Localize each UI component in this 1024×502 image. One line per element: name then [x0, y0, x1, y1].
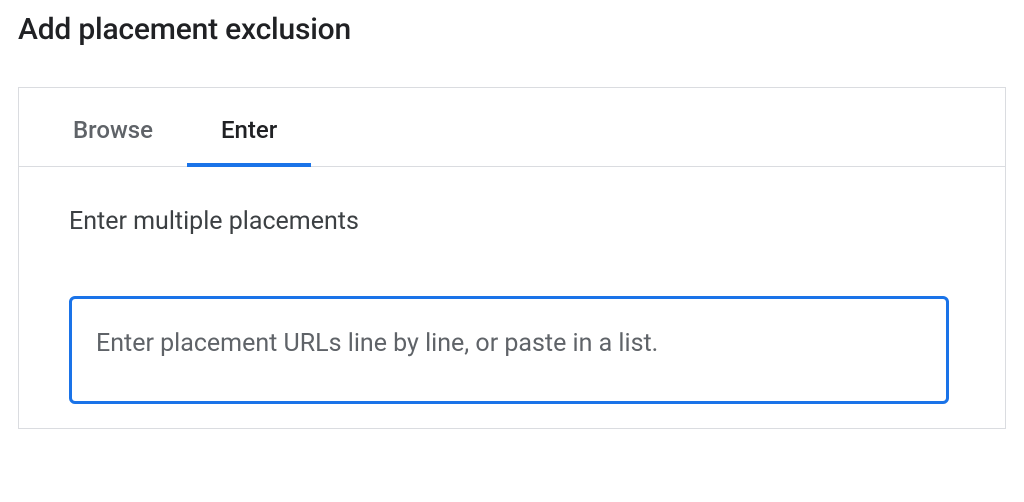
page-title: Add placement exclusion: [18, 12, 1006, 47]
tab-browse[interactable]: Browse: [69, 88, 157, 166]
placement-textarea-wrapper: [69, 296, 949, 404]
placement-urls-textarea[interactable]: [72, 299, 946, 397]
tabs-row: Browse Enter: [19, 88, 1005, 167]
enter-section-label: Enter multiple placements: [69, 207, 955, 236]
exclusion-panel: Browse Enter Enter multiple placements: [18, 87, 1006, 429]
tab-enter[interactable]: Enter: [217, 88, 281, 166]
tab-content-enter: Enter multiple placements: [19, 167, 1005, 428]
